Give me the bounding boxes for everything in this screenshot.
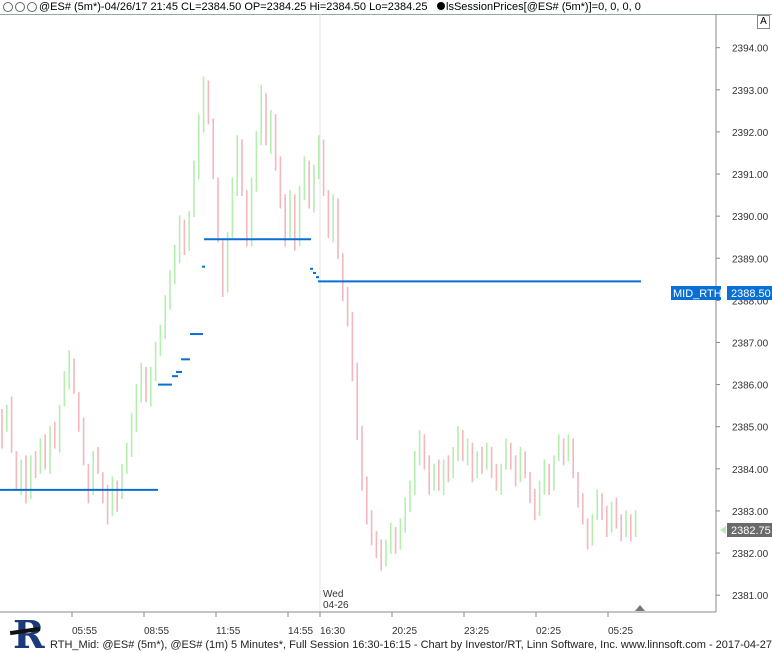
scroll-end-triangle-icon[interactable] xyxy=(635,605,645,611)
y-tick-label: 2390.00 xyxy=(732,212,769,223)
x-tick-label: 23:25 xyxy=(464,626,489,637)
mid-rth-tag: MID_RTH 2388.50 xyxy=(671,286,772,300)
y-tick-label: 2389.00 xyxy=(732,254,769,265)
x-axis: 05:55 08:55 11:55 14:55 16:30 20:25 23:25 02:25… xyxy=(71,612,633,637)
chart-title-bar: @ES# (5m*)-04/26/17 21:45 CL=2384.50 OP=… xyxy=(0,0,772,15)
session-day: Wed xyxy=(323,589,343,600)
y-tick-label: 2382.00 xyxy=(732,549,769,560)
mid-rth-price: 2388.50 xyxy=(731,288,771,300)
session-day-label: Wed 04-26 xyxy=(323,589,349,611)
last-price: 2382.75 xyxy=(731,525,771,537)
x-tick-label: 20:25 xyxy=(392,626,417,637)
y-tick-label: 2393.00 xyxy=(732,86,769,97)
mid-rth-label: MID_RTH xyxy=(673,288,722,300)
y-tick-label: 2394.00 xyxy=(732,44,769,55)
y-tick-label: 2383.00 xyxy=(732,507,769,518)
x-tick-label: 11:55 xyxy=(216,626,241,637)
y-tick-label: 2387.00 xyxy=(732,338,769,349)
footer-text: RTH_Mid: @ES# (5m*), @ES# (1m) 5 Minutes… xyxy=(50,639,772,651)
y-tick-label: 2381.00 xyxy=(732,591,769,602)
y-tick-label: 2384.00 xyxy=(732,465,769,476)
x-tick-label: 05:55 xyxy=(72,626,97,637)
y-axis: 2394.00 2393.00 2392.00 2391.00 2390.00 2389.… xyxy=(716,44,769,602)
window-dot-1[interactable] xyxy=(3,2,13,12)
session-date: 04-26 xyxy=(323,600,349,611)
y-tick-label: 2385.00 xyxy=(732,423,769,434)
y-tick-label: 2392.00 xyxy=(732,128,769,139)
autoscale-button[interactable]: A xyxy=(757,15,770,29)
x-tick-label: 16:30 xyxy=(320,626,345,637)
last-price-marker-icon xyxy=(720,526,726,534)
x-tick-label: 05:25 xyxy=(608,626,633,637)
y-tick-label: 2386.00 xyxy=(732,381,769,392)
x-tick-label: 02:25 xyxy=(536,626,561,637)
indicator-readout: lsSessionPrices[@ES# (5m*)]=0, 0, 0, 0 xyxy=(446,1,641,13)
indicator-dot-icon xyxy=(437,2,445,10)
price-bars xyxy=(1,76,637,571)
last-price-tag: 2382.75 xyxy=(727,523,772,537)
chart-footer: RTH_Mid: @ES# (5m*), @ES# (1m) 5 Minutes… xyxy=(0,637,772,653)
window-dot-2[interactable] xyxy=(15,2,25,12)
price-chart[interactable]: 2394.00 2393.00 2392.00 2391.00 2390.00 2389.… xyxy=(0,14,772,637)
y-tick-label: 2391.00 xyxy=(732,170,769,181)
x-tick-label: 14:55 xyxy=(288,626,313,637)
instrument-quote: @ES# (5m*)-04/26/17 21:45 CL=2384.50 OP=… xyxy=(39,1,428,13)
window-dot-3[interactable] xyxy=(27,2,37,12)
x-tick-label: 08:55 xyxy=(144,626,169,637)
